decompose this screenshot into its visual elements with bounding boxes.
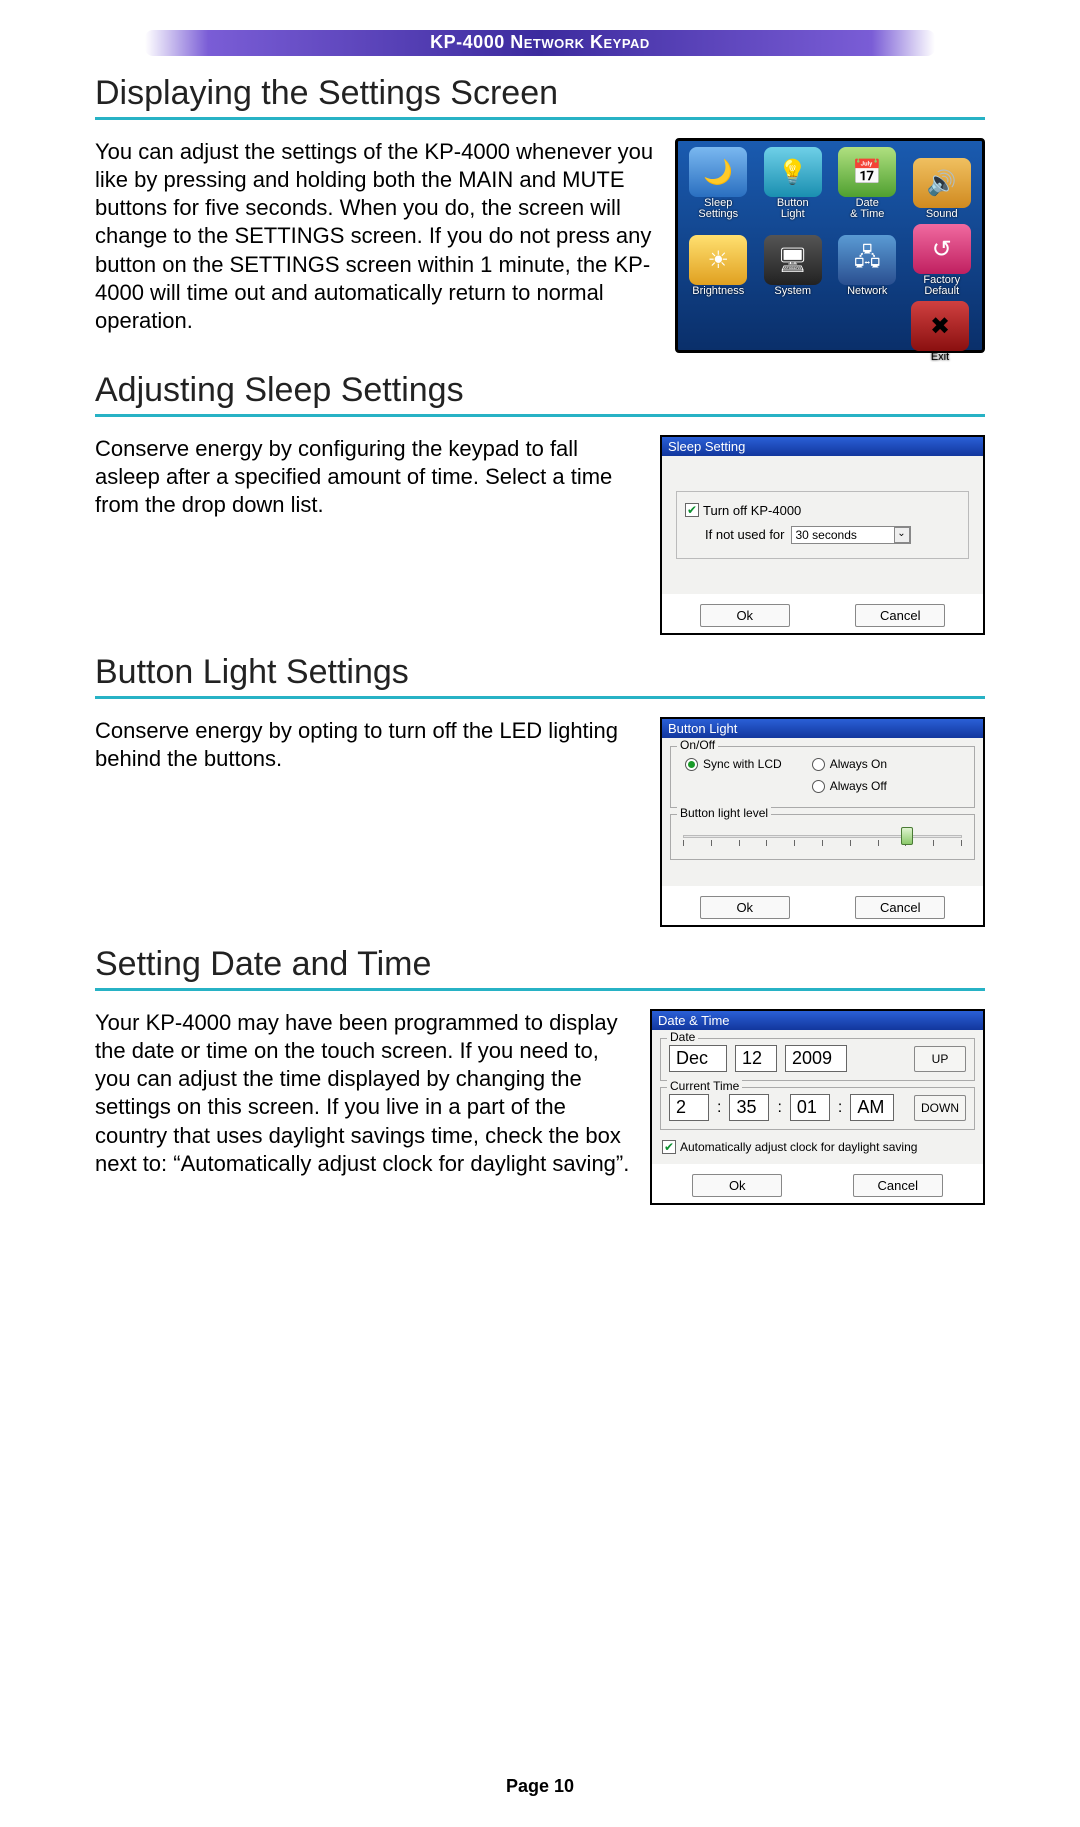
settings-cell-sound: 🔊Sound <box>908 147 977 220</box>
heading-button-light: Button Light Settings <box>95 653 985 699</box>
settings-grid-screenshot: 🌙Sleep Settings 💡Button Light 📅Date & Ti… <box>675 138 985 353</box>
hour-field: 2 <box>669 1094 709 1121</box>
reset-icon: ↺ <box>913 224 971 274</box>
settings-cell-network: 🖧Network <box>833 224 902 297</box>
close-icon: ✖ <box>911 301 969 351</box>
radio-sync-lcd: Sync with LCD <box>685 757 782 771</box>
ok-button: Ok <box>700 896 790 919</box>
ampm-field: AM <box>850 1094 894 1121</box>
settings-cell-exit: ✖Exit <box>904 301 976 363</box>
settings-cell-button-light: 💡Button Light <box>759 147 828 220</box>
dst-checkbox: ✔Automatically adjust clock for daylight… <box>662 1140 917 1154</box>
date-time-title: Date & Time <box>652 1011 983 1030</box>
moon-icon: 🌙 <box>689 147 747 197</box>
network-icon: 🖧 <box>838 235 896 285</box>
button-light-dialog-screenshot: Button Light On/Off Sync with LCD Always… <box>660 717 985 927</box>
settings-cell-sleep: 🌙Sleep Settings <box>684 147 753 220</box>
ok-button: Ok <box>692 1174 782 1197</box>
year-field: 2009 <box>785 1045 847 1072</box>
second-field: 01 <box>790 1094 830 1121</box>
settings-cell-brightness: ☀Brightness <box>684 224 753 297</box>
settings-cell-system: 🖥System <box>759 224 828 297</box>
settings-cell-date-time: 📅Date & Time <box>833 147 902 220</box>
down-button: DOWN <box>914 1095 966 1121</box>
sleep-dialog-title: Sleep Setting <box>662 437 983 456</box>
minute-field: 35 <box>729 1094 769 1121</box>
bulb-icon: 💡 <box>764 147 822 197</box>
onoff-group-label: On/Off <box>677 738 718 752</box>
day-field: 12 <box>735 1045 777 1072</box>
heading-sleep-settings: Adjusting Sleep Settings <box>95 371 985 417</box>
date-time-dialog-screenshot: Date & Time Date Dec 12 2009 UP Current … <box>650 1009 985 1205</box>
slider-thumb <box>901 827 913 845</box>
heading-date-time: Setting Date and Time <box>95 945 985 991</box>
cancel-button: Cancel <box>855 604 945 627</box>
page-number: Page 10 <box>0 1776 1080 1797</box>
sleep-timeout-select: 30 seconds⌄ <box>791 526 911 544</box>
text-button-light: Conserve energy by opting to turn off th… <box>95 717 640 773</box>
if-not-used-label: If not used for <box>705 527 785 542</box>
calendar-icon: 📅 <box>838 147 896 197</box>
up-button: UP <box>914 1046 966 1072</box>
turnoff-checkbox: ✔Turn off KP-4000 <box>685 503 801 518</box>
page-banner: KP-4000 Network Keypad <box>145 30 935 56</box>
monitor-icon: 🖥 <box>764 235 822 285</box>
sun-icon: ☀ <box>689 235 747 285</box>
cancel-button: Cancel <box>853 1174 943 1197</box>
text-displaying-settings: You can adjust the settings of the KP-40… <box>95 138 655 335</box>
cancel-button: Cancel <box>855 896 945 919</box>
month-field: Dec <box>669 1045 727 1072</box>
button-light-title: Button Light <box>662 719 983 738</box>
light-level-label: Button light level <box>677 806 771 820</box>
speaker-icon: 🔊 <box>913 158 971 208</box>
time-group-label: Current Time <box>667 1079 742 1093</box>
heading-displaying-settings: Displaying the Settings Screen <box>95 74 985 120</box>
chevron-down-icon: ⌄ <box>894 527 910 543</box>
text-sleep-settings: Conserve energy by configuring the keypa… <box>95 435 640 519</box>
ok-button: Ok <box>700 604 790 627</box>
radio-always-off: Always Off <box>812 779 887 793</box>
settings-cell-factory: ↺Factory Default <box>908 224 977 297</box>
light-level-slider <box>683 827 962 849</box>
sleep-dialog-screenshot: Sleep Setting ✔Turn off KP-4000 If not u… <box>660 435 985 635</box>
radio-always-on: Always On <box>812 757 887 771</box>
date-group-label: Date <box>667 1030 698 1044</box>
text-date-time: Your KP-4000 may have been programmed to… <box>95 1009 630 1178</box>
